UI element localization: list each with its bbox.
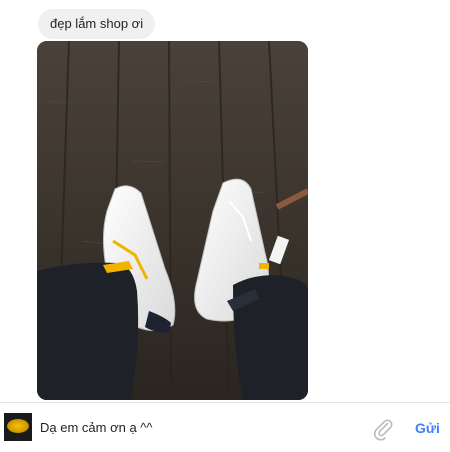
message-composer: Gửi: [0, 402, 450, 452]
message-input[interactable]: [40, 417, 360, 437]
brand-logo-icon: [7, 419, 29, 433]
page-avatar: [4, 413, 32, 441]
paperclip-icon[interactable]: [371, 417, 395, 441]
send-button[interactable]: Gửi: [409, 415, 446, 441]
incoming-photo-attachment[interactable]: [37, 41, 308, 400]
shoes-photo-illustration: [37, 41, 308, 400]
incoming-message-bubble: đẹp lắm shop ơi: [38, 9, 156, 39]
conversation-panel: đẹp lắm shop ơi: [0, 0, 450, 402]
